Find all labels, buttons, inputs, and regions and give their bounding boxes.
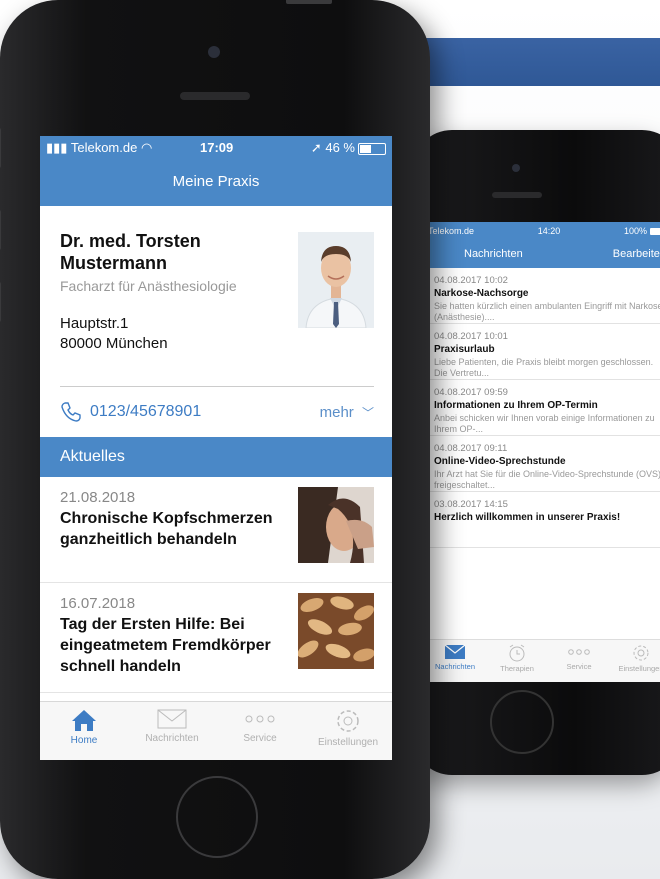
power-button [286, 0, 332, 4]
nav-title: Meine Praxis [40, 158, 392, 206]
doctor-name: Dr. med. Torsten Mustermann [60, 231, 201, 273]
message-subject: Informationen zu Ihrem OP-Termin [434, 400, 598, 411]
tab-bar: Nachrichten Therapien Service Einstellun… [424, 639, 660, 682]
tab-einstellungen[interactable]: Einstellungen [304, 702, 392, 760]
volume-down-button [0, 282, 1, 322]
camera [512, 164, 520, 172]
tab-label: Home [70, 735, 98, 746]
dots-icon [245, 715, 275, 723]
message-subject: Narkose-Nachsorge [434, 288, 529, 299]
message-preview: Ihr Arzt hat Sie für die Online-Video-Sp… [434, 469, 660, 490]
tab-therapien[interactable]: Therapien [486, 640, 548, 682]
message-preview: Sie hatten kürzlich einen ambulanten Ein… [434, 301, 660, 322]
battery-indicator: 100% [624, 226, 660, 236]
alarm-clock-icon [509, 644, 525, 662]
message-date: 04.08.2017 10:01 [434, 331, 508, 342]
chevron-down-icon: ﹀ [361, 405, 374, 420]
speaker [492, 192, 542, 198]
tab-nachrichten[interactable]: Nachrichten [128, 702, 216, 760]
gear-icon [633, 645, 649, 661]
message-date: 03.08.2017 14:15 [434, 499, 508, 510]
message-subject: Online-Video-Sprechstunde [434, 456, 566, 467]
address-city: 80000 München [60, 335, 168, 352]
message-item[interactable]: 04.08.2017 10:02 Narkose-Nachsorge Sie h… [424, 268, 660, 324]
status-bar: ▮▮▮ Telekom.de ◠ 17:09 ➚ 46 % [40, 136, 392, 158]
battery-indicator: ➚ 46 % [311, 140, 386, 156]
back-phone: Telekom.de 14:20 100% Nachrichten Bearbe… [412, 130, 660, 775]
camera [208, 46, 220, 58]
message-preview: Anbei schicken wir Ihnen vorab einige In… [434, 413, 655, 434]
dots-icon [568, 649, 590, 655]
tab-home[interactable]: Home [40, 702, 128, 760]
battery-icon [358, 142, 386, 155]
carrier-label: Telekom.de [428, 226, 475, 236]
more-button[interactable]: mehr ﹀ [320, 404, 374, 421]
time-label: 17:09 [200, 140, 234, 155]
news-title: Chronische Kopfschmerzen ganzheitlich be… [60, 510, 273, 548]
praxis-screen: ▮▮▮ Telekom.de ◠ 17:09 ➚ 46 % Meine Prax… [40, 136, 392, 760]
tab-label: Nachrichten [434, 662, 476, 671]
message-preview: Liebe Patienten, die Praxis bleibt morge… [434, 357, 654, 378]
tab-service[interactable]: Service [216, 702, 304, 760]
edit-button[interactable]: Bearbeiten [613, 248, 660, 260]
message-date: 04.08.2017 10:02 [434, 275, 508, 286]
tab-einstellungen[interactable]: Einstellungen [610, 640, 660, 682]
tab-label: Einstellungen [317, 737, 379, 748]
message-date: 04.08.2017 09:59 [434, 387, 508, 398]
message-item[interactable]: 03.08.2017 14:15 Herzlich willkommen in … [424, 492, 660, 548]
section-header-aktuelles: Aktuelles [40, 437, 392, 477]
tab-label: Nachrichten [145, 733, 199, 744]
nav-bar: Nachrichten Bearbeiten [424, 240, 660, 268]
speaker [180, 92, 250, 100]
tab-label: Service [566, 662, 592, 671]
news-thumbnail [298, 593, 374, 669]
status-bar: Telekom.de 14:20 100% [424, 222, 660, 240]
message-subject: Herzlich willkommen in unserer Praxis! [434, 512, 621, 523]
phone-number-link[interactable]: 0123/45678901 [90, 403, 201, 421]
tab-bar: Home Nachrichten Service Einstellungen [40, 701, 392, 760]
mute-switch [0, 128, 1, 168]
header-banner [395, 38, 660, 86]
volume-up-button [0, 210, 1, 250]
location-icon: ➚ [310, 140, 326, 155]
front-phone: ▮▮▮ Telekom.de ◠ 17:09 ➚ 46 % Meine Prax… [0, 0, 430, 879]
news-title: Tag der Ersten Hilfe: Bei eingeatmetem F… [60, 616, 271, 675]
carrier: ▮▮▮ Telekom.de ◠ [46, 140, 153, 155]
home-button[interactable] [490, 690, 554, 754]
gear-icon [337, 710, 359, 732]
tab-label: Service [243, 733, 277, 744]
tab-label: Therapien [500, 664, 534, 673]
time-label: 14:20 [537, 226, 561, 236]
home-button[interactable] [176, 776, 258, 858]
signal-icon: ▮▮▮ [46, 140, 71, 155]
message-item[interactable]: 04.08.2017 10:01 Praxisurlaub Liebe Pati… [424, 324, 660, 380]
battery-icon [650, 228, 660, 236]
home-icon [72, 710, 96, 731]
envelope-icon [157, 709, 187, 729]
tab-nachrichten[interactable]: Nachrichten [424, 640, 486, 682]
message-item[interactable]: 04.08.2017 09:11 Online-Video-Sprechstun… [424, 436, 660, 492]
news-thumbnail [298, 487, 374, 563]
phone-icon[interactable] [60, 401, 82, 423]
doctor-card: Dr. med. Torsten Mustermann Facharzt für… [40, 206, 392, 386]
news-item[interactable]: 16.07.2018 Tag der Ersten Hilfe: Bei ein… [40, 583, 392, 693]
message-date: 04.08.2017 09:11 [434, 443, 508, 454]
tab-label: Einstellungen [618, 664, 660, 673]
nav-title: Nachrichten [464, 248, 523, 260]
doctor-photo [298, 232, 374, 328]
messages-screen: Telekom.de 14:20 100% Nachrichten Bearbe… [424, 222, 660, 682]
envelope-icon [444, 644, 466, 659]
news-item[interactable]: 21.08.2018 Chronische Kopfschmerzen ganz… [40, 477, 392, 583]
wifi-icon: ◠ [140, 140, 153, 155]
contact-row: 0123/45678901 mehr ﹀ [40, 387, 392, 437]
message-subject: Praxisurlaub [434, 344, 495, 355]
tab-service[interactable]: Service [548, 640, 610, 682]
message-item[interactable]: 04.08.2017 09:59 Informationen zu Ihrem … [424, 380, 660, 436]
message-list: 04.08.2017 10:02 Narkose-Nachsorge Sie h… [424, 268, 660, 548]
